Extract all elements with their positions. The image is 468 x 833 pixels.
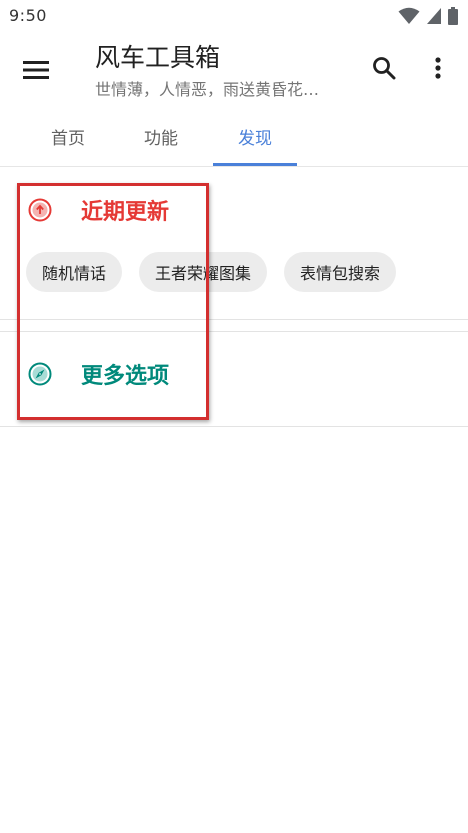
tab-features[interactable]: 功能	[118, 106, 204, 166]
chip-honor-of-kings-gallery[interactable]: 王者荣耀图集	[139, 252, 268, 292]
section-title-recent: 近期更新	[81, 200, 170, 225]
menu-icon	[23, 61, 49, 79]
section-title-more: 更多选项	[81, 364, 170, 389]
tab-discover[interactable]: 发现	[213, 106, 297, 166]
search-button[interactable]	[364, 48, 404, 88]
section-more-options[interactable]: 更多选项	[0, 346, 468, 402]
app-title: 风车工具箱	[95, 43, 221, 72]
more-vert-icon	[435, 57, 441, 79]
signal-icon	[427, 8, 441, 24]
divider	[0, 319, 468, 320]
recent-chips: 随机情话 王者荣耀图集 表情包搜索	[26, 252, 397, 292]
chip-sticker-search[interactable]: 表情包搜索	[284, 252, 397, 292]
status-icons	[398, 6, 458, 26]
menu-button[interactable]	[16, 50, 56, 90]
status-time: 9:50	[9, 6, 47, 25]
more-options-button[interactable]	[420, 48, 456, 88]
search-icon	[373, 57, 396, 80]
tab-home[interactable]: 首页	[24, 106, 112, 166]
divider	[0, 426, 468, 427]
tab-indicator	[213, 163, 297, 166]
status-bar: 9:50	[0, 0, 468, 32]
screen: 9:50 风车工具箱 世情薄，人情恶，雨送黄昏花… 首页 功能 发现 近期更新 …	[0, 0, 468, 833]
section-recent-updates: 近期更新	[0, 182, 468, 238]
compass-icon	[28, 362, 52, 386]
tab-bar: 首页 功能 发现	[0, 106, 468, 167]
divider	[0, 331, 468, 332]
app-bar: 风车工具箱 世情薄，人情恶，雨送黄昏花…	[0, 32, 468, 106]
wifi-icon	[398, 7, 420, 24]
chip-random-love-words[interactable]: 随机情话	[26, 252, 123, 292]
arrow-up-circle-icon	[28, 198, 52, 222]
battery-icon	[448, 7, 458, 25]
app-subtitle: 世情薄，人情恶，雨送黄昏花…	[95, 80, 320, 99]
